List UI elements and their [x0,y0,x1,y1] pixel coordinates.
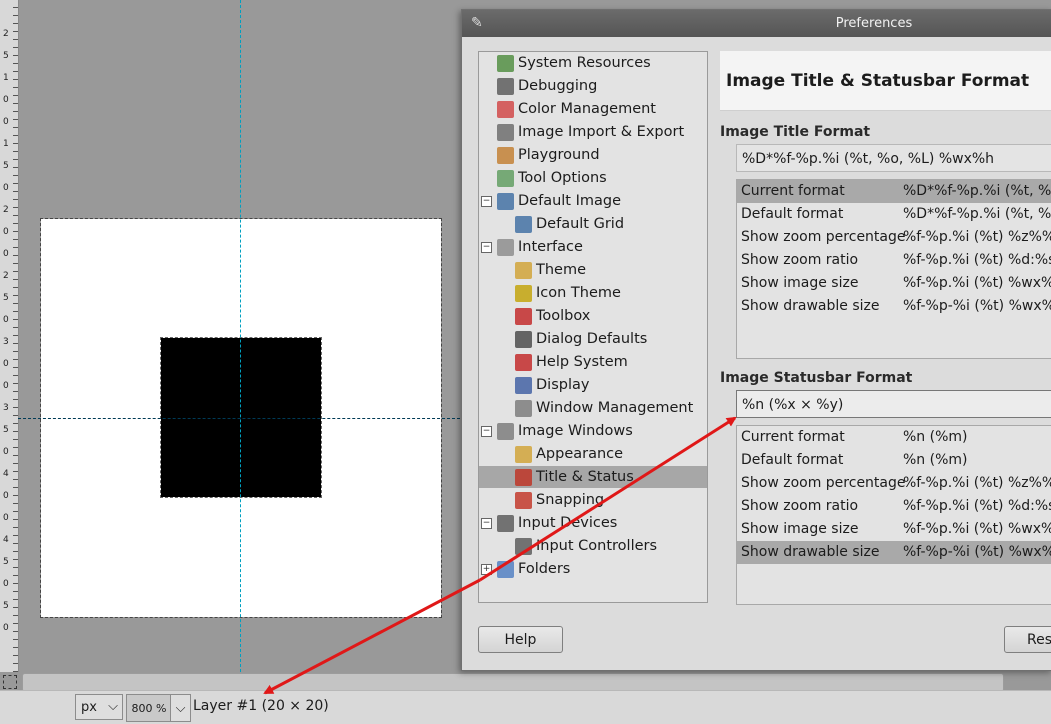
annotation-arrow-line [479,416,737,582]
annotation-arrow-overlay [263,416,737,695]
annotation-arrow-line [263,578,481,695]
